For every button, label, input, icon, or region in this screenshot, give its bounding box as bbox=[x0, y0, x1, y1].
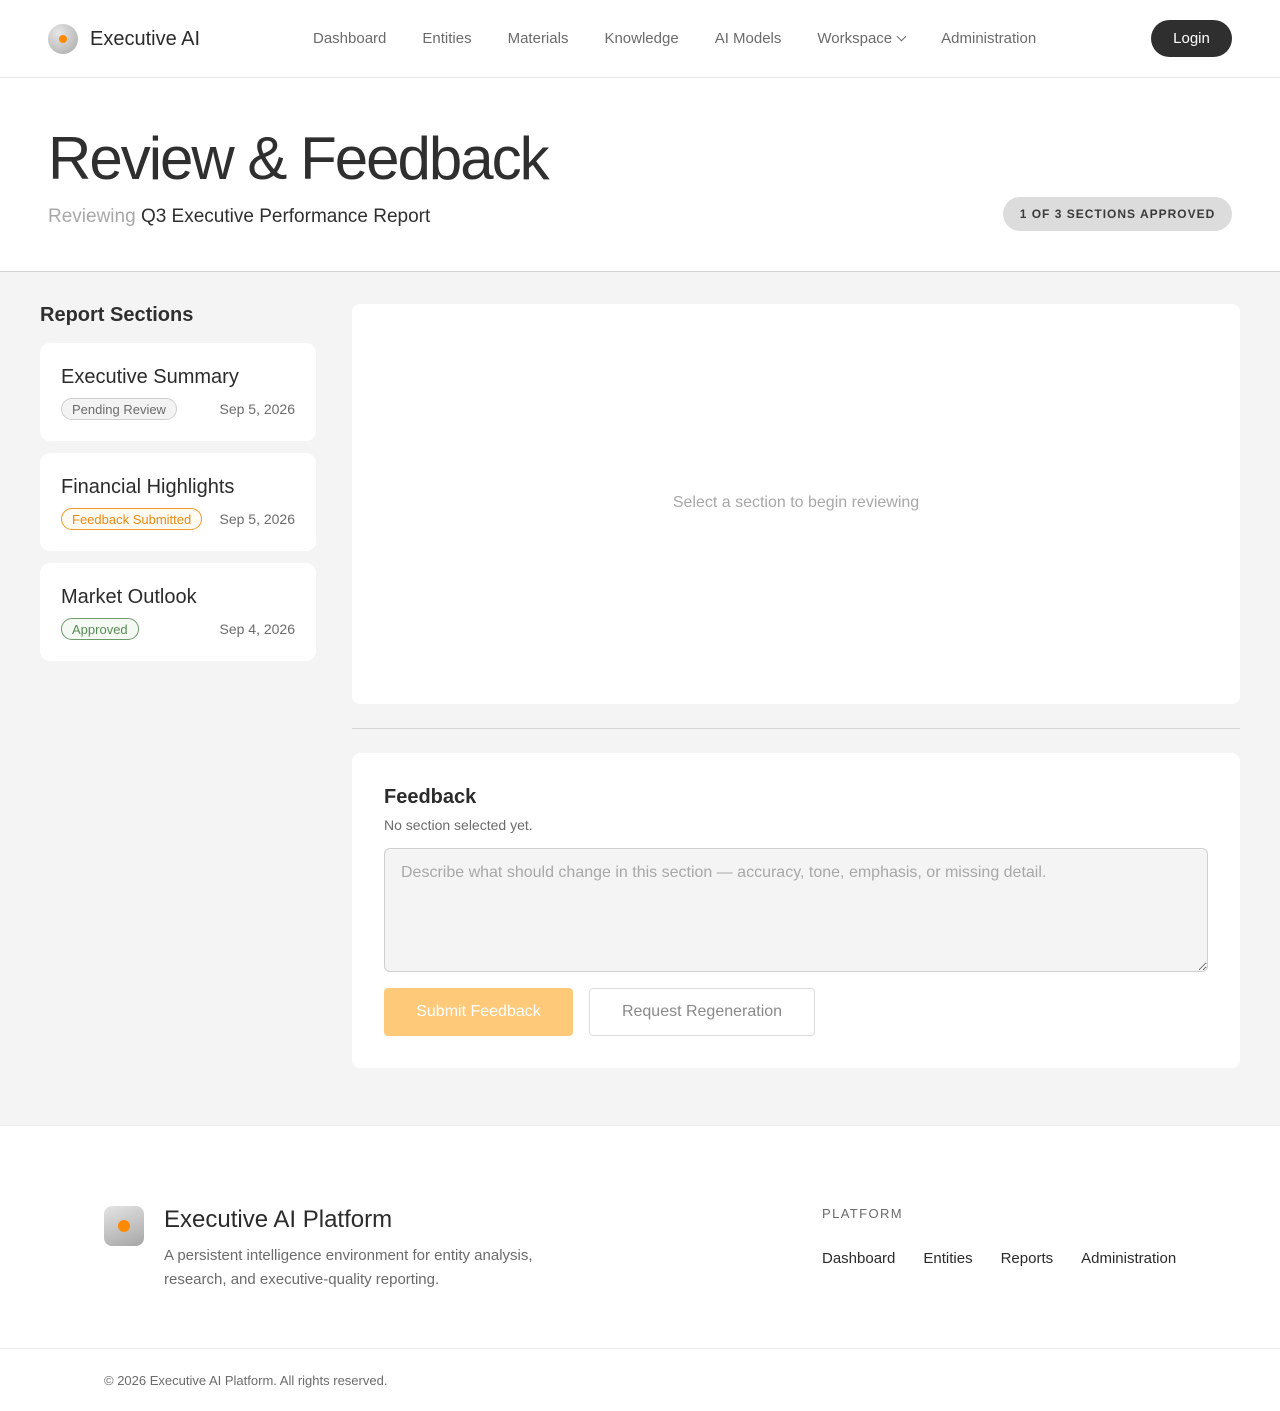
page-subtitle: Reviewing Q3 Executive Performance Repor… bbox=[48, 206, 430, 228]
section-card-market-outlook[interactable]: Market Outlook Approved Sep 4, 2026 bbox=[40, 563, 316, 661]
copyright: © 2026 Executive AI Platform. All rights… bbox=[104, 1373, 388, 1388]
section-date: Sep 5, 2026 bbox=[219, 401, 295, 417]
nav-item-workspace-label: Workspace bbox=[817, 30, 893, 47]
approval-status-badge: 1 OF 3 SECTIONS APPROVED bbox=[1003, 197, 1232, 231]
footer-link-dashboard[interactable]: Dashboard bbox=[822, 1250, 895, 1267]
section-name: Market Outlook bbox=[61, 586, 197, 608]
submit-feedback-button[interactable]: Submit Feedback bbox=[384, 988, 573, 1036]
section-name: Executive Summary bbox=[61, 366, 239, 388]
footer-links-heading: PLATFORM bbox=[822, 1206, 904, 1221]
feedback-textarea[interactable] bbox=[384, 848, 1208, 972]
logo-icon bbox=[48, 24, 78, 54]
nav-item-entities[interactable]: Entities bbox=[422, 30, 471, 47]
subtitle-prefix: Reviewing bbox=[48, 206, 136, 227]
footer-logo-icon bbox=[104, 1206, 144, 1246]
page-header: Review & Feedback Reviewing Q3 Executive… bbox=[0, 78, 1280, 272]
nav-item-administration[interactable]: Administration bbox=[941, 30, 1036, 47]
footer-link-reports[interactable]: Reports bbox=[1001, 1250, 1054, 1267]
status-badge: Pending Review bbox=[61, 398, 177, 420]
divider bbox=[352, 728, 1240, 729]
section-card-financial-highlights[interactable]: Financial Highlights Feedback Submitted … bbox=[40, 453, 316, 551]
status-badge: Approved bbox=[61, 618, 139, 640]
sections-title: Report Sections bbox=[40, 304, 194, 326]
document-name: Q3 Executive Performance Report bbox=[140, 206, 431, 227]
nav-item-ai-models[interactable]: AI Models bbox=[715, 30, 782, 47]
nav-item-dashboard[interactable]: Dashboard bbox=[313, 30, 386, 47]
section-name: Financial Highlights bbox=[61, 476, 235, 498]
empty-state-message: Select a section to begin reviewing bbox=[672, 494, 920, 511]
footer-link-administration[interactable]: Administration bbox=[1081, 1250, 1176, 1267]
status-badge: Feedback Submitted bbox=[61, 508, 203, 530]
nav-item-knowledge[interactable]: Knowledge bbox=[604, 30, 678, 47]
chevron-down-icon bbox=[896, 31, 907, 42]
review-panel: Select a section to begin reviewing bbox=[352, 304, 1240, 704]
top-navigation-bar: Executive AI Dashboard Entities Material… bbox=[0, 0, 1280, 78]
section-date: Sep 5, 2026 bbox=[219, 511, 295, 527]
feedback-title: Feedback bbox=[384, 786, 477, 808]
request-regeneration-button[interactable]: Request Regeneration bbox=[589, 988, 815, 1036]
feedback-panel: Feedback No section selected yet. Submit… bbox=[352, 753, 1240, 1068]
footer-link-entities[interactable]: Entities bbox=[923, 1250, 972, 1267]
main-nav: Dashboard Entities Materials Knowledge A… bbox=[313, 30, 1036, 47]
section-date: Sep 4, 2026 bbox=[219, 621, 295, 637]
brand-name: Executive AI bbox=[90, 27, 201, 50]
footer-brand-name: Executive AI Platform bbox=[164, 1206, 393, 1233]
nav-item-workspace[interactable]: Workspace bbox=[817, 30, 907, 47]
footer-links: Dashboard Entities Reports Administratio… bbox=[822, 1250, 1176, 1267]
page-title: Review & Feedback bbox=[48, 125, 550, 192]
footer: Executive AI Platform A persistent intel… bbox=[0, 1125, 1280, 1411]
nav-item-materials[interactable]: Materials bbox=[508, 30, 569, 47]
main-content: Report Sections Executive Summary Pendin… bbox=[0, 272, 1280, 1125]
footer-description: A persistent intelligence environment fo… bbox=[164, 1247, 533, 1288]
login-button[interactable]: Login bbox=[1151, 20, 1232, 57]
section-card-executive-summary[interactable]: Executive Summary Pending Review Sep 5, … bbox=[40, 343, 316, 441]
footer-divider bbox=[0, 1348, 1280, 1349]
brand[interactable]: Executive AI bbox=[48, 23, 200, 55]
feedback-subtitle: No section selected yet. bbox=[384, 817, 533, 833]
